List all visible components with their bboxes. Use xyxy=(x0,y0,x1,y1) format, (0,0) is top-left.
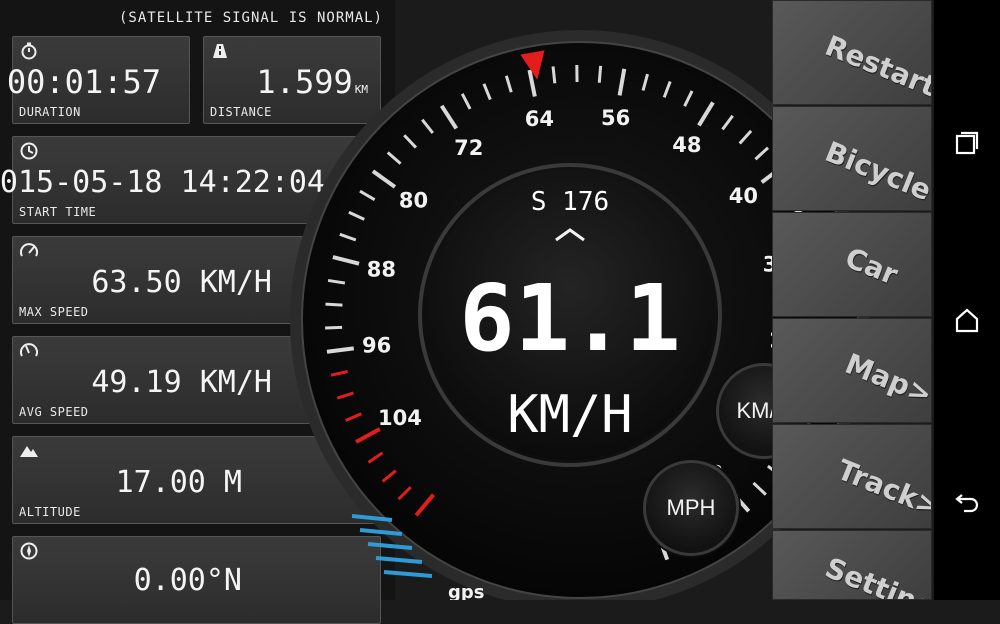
gauge-tick xyxy=(723,116,733,130)
gauge-tick xyxy=(699,102,713,125)
gauge-tick xyxy=(643,74,648,90)
mountain-icon xyxy=(19,441,39,461)
restart-button[interactable]: Restart xyxy=(772,0,932,105)
avg-speed-card: 49.19 KM/H AVG SPEED xyxy=(12,336,381,424)
gauge-tick xyxy=(416,495,433,516)
avg-speed-value: 49.19 KM/H xyxy=(91,365,272,400)
start-time-value: 2015-05-18 14:22:04 xyxy=(0,165,325,200)
gps-label: gps xyxy=(448,582,484,600)
avg-speed-label: AVG SPEED xyxy=(19,405,89,419)
stopwatch-icon xyxy=(19,41,39,61)
settings-label: Setting xyxy=(821,551,932,600)
max-speed-gauge-icon xyxy=(19,241,39,261)
gauge-tick xyxy=(484,84,490,100)
gauge-tick xyxy=(553,66,555,83)
distance-unit: KM xyxy=(355,83,368,96)
gauge-tick xyxy=(529,70,534,96)
gauge-tick xyxy=(422,120,433,133)
bicycle-button[interactable]: Bicycle xyxy=(772,106,932,211)
compass-icon xyxy=(19,541,39,561)
clock-icon xyxy=(19,141,39,161)
start-time-label: START TIME xyxy=(19,205,96,219)
track-label: Track> xyxy=(833,453,932,529)
duration-card: 00:01:57 DURATION xyxy=(12,36,190,124)
track-button[interactable]: Track> xyxy=(772,424,932,529)
restart-label: Restart xyxy=(821,29,932,105)
start-time-card: 2015-05-18 14:22:04 START TIME xyxy=(12,136,381,224)
max-speed-card: 63.50 KM/H MAX SPEED xyxy=(12,236,381,324)
max-speed-label: MAX SPEED xyxy=(19,305,89,319)
altitude-card: 17.00 M ALTITUDE xyxy=(12,436,381,524)
gauge-tick xyxy=(740,131,751,144)
home-icon[interactable] xyxy=(952,305,982,335)
car-label: Car xyxy=(841,241,932,317)
current-speed: 61.1 xyxy=(459,265,681,372)
recent-apps-icon[interactable] xyxy=(952,128,982,158)
gauge-tick xyxy=(599,66,600,83)
speed-unit: KM/H xyxy=(507,385,632,445)
gauge-ticks xyxy=(325,65,835,560)
gauge-tick xyxy=(404,135,416,147)
max-speed-marker xyxy=(520,50,544,79)
mph-button[interactable]: MPH xyxy=(643,460,739,556)
settings-button[interactable]: Setting xyxy=(772,530,932,600)
map-label: Map> xyxy=(841,347,932,423)
car-button[interactable]: Car xyxy=(772,212,932,317)
bicycle-label: Bicycle xyxy=(821,135,932,211)
gauge-scale-label: 64 xyxy=(525,107,554,131)
android-nav-bar xyxy=(934,0,1000,600)
duration-label: DURATION xyxy=(19,105,81,119)
satellite-status: (SATELLITE SIGNAL IS NORMAL) xyxy=(119,10,383,26)
mode-menu: Restart Bicycle Car Map> Track> Setting xyxy=(772,0,934,600)
altitude-label: ALTITUDE xyxy=(19,505,81,519)
heading-readout: S 176 xyxy=(531,187,609,217)
gauge-scale-label: 40 xyxy=(729,184,758,208)
distance-number: 1.599 xyxy=(256,63,352,101)
duration-value: 00:01:57 xyxy=(7,63,161,101)
gauge-scale-label: 48 xyxy=(672,133,701,157)
gauge-tick xyxy=(442,106,457,129)
trip-info-panel: (SATELLITE SIGNAL IS NORMAL) 00:01:57 DU… xyxy=(0,0,395,600)
road-icon xyxy=(210,41,230,61)
max-speed-value: 63.50 KM/H xyxy=(91,265,272,300)
distance-value: 1.599KM xyxy=(256,63,368,101)
gauge-tick xyxy=(755,148,768,159)
gauge-scale-labels: 081624324048566472808896104 xyxy=(362,106,799,525)
gauge-tick xyxy=(753,483,765,495)
gauge-scale-label: 80 xyxy=(399,188,428,212)
gauge-scale-label: 56 xyxy=(601,106,630,130)
latitude-value: 0.00°N xyxy=(134,563,242,598)
gauge-tick xyxy=(664,81,670,97)
mph-button-label: MPH xyxy=(667,495,716,521)
gauge-inner-display xyxy=(425,170,715,460)
back-icon[interactable] xyxy=(952,485,982,515)
altitude-value: 17.00 M xyxy=(116,465,242,500)
gauge-scale-label: 72 xyxy=(454,136,483,160)
gauge-tick xyxy=(462,94,470,109)
heading-up-chevron-icon xyxy=(556,230,584,240)
latitude-card: 0.00°N xyxy=(12,536,381,624)
avg-speed-gauge-icon xyxy=(19,341,39,361)
distance-label: DISTANCE xyxy=(210,105,272,119)
gauge-tick xyxy=(620,69,625,96)
gauge-tick xyxy=(506,76,511,92)
gauge-inner-ring xyxy=(420,165,720,465)
distance-card: 1.599KM DISTANCE xyxy=(203,36,381,124)
gauge-tick xyxy=(685,91,692,106)
map-button[interactable]: Map> xyxy=(772,318,932,423)
gauge-tick xyxy=(399,487,411,499)
